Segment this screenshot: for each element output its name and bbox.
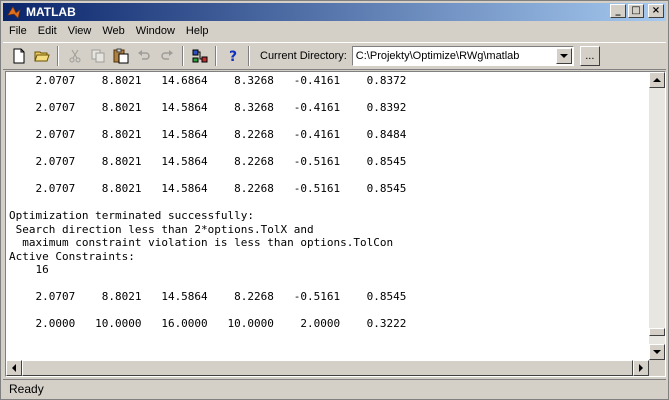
browse-label: ... (585, 49, 595, 62)
paste-icon (113, 48, 128, 64)
menu-help[interactable]: Help (180, 22, 214, 41)
vertical-scrollbar[interactable] (649, 72, 665, 360)
command-output-line (9, 169, 649, 183)
scroll-down-button[interactable] (649, 344, 665, 360)
current-directory-value: C:\Projekty\Optimize\RWg\matlab (355, 50, 520, 62)
command-output-line: 2.0707 8.8021 14.5864 8.2268 -0.5161 0.8… (9, 155, 407, 168)
maximize-button[interactable]: □ (628, 4, 644, 18)
undo-button[interactable] (132, 45, 155, 67)
cut-icon (69, 49, 80, 63)
cut-button[interactable] (63, 45, 86, 67)
horizontal-scrollbar[interactable] (6, 360, 649, 376)
command-window[interactable]: 2.0707 8.8021 14.6864 8.3268 -0.4161 0.8… (5, 71, 666, 377)
menu-window[interactable]: Window (130, 22, 180, 41)
simulink-button[interactable] (188, 45, 211, 67)
redo-icon (160, 50, 173, 60)
scroll-up-button[interactable] (649, 72, 665, 88)
command-output-line: Search direction less than 2*options.Tol… (9, 222, 314, 236)
command-output-line (9, 196, 649, 210)
window-title: MATLAB (26, 5, 76, 19)
menu-file[interactable]: File (3, 22, 32, 41)
scroll-left-button[interactable] (6, 360, 22, 376)
command-output-line: Active Constraints: (9, 249, 135, 263)
toolbar-separator (215, 46, 217, 66)
copy-icon (91, 49, 104, 63)
maximize-icon: □ (631, 5, 641, 16)
title-bar[interactable]: MATLAB _ □ × (3, 3, 666, 21)
scroll-right-button[interactable] (633, 360, 649, 376)
matlab-logo-icon (6, 4, 22, 20)
redo-button[interactable] (155, 45, 178, 67)
open-folder-icon (33, 51, 50, 62)
status-text: Ready (9, 381, 44, 396)
status-bar: Ready (3, 379, 666, 397)
menu-edit[interactable]: Edit (32, 22, 62, 41)
command-output-line (9, 115, 649, 129)
minimize-button[interactable]: _ (610, 4, 626, 18)
vertical-scroll-thumb[interactable] (649, 328, 665, 336)
command-window-output: 2.0707 8.8021 14.6864 8.3268 -0.4161 0.8… (9, 74, 649, 360)
command-output-line: 2.0707 8.8021 14.6864 8.3268 -0.4161 0.8… (9, 74, 407, 87)
current-directory-combobox[interactable]: C:\Projekty\Optimize\RWg\matlab (351, 46, 574, 66)
command-output-line: 16 (9, 263, 49, 276)
command-output-line (9, 277, 649, 291)
help-button[interactable]: ? (221, 45, 244, 67)
simulink-icon (192, 49, 207, 63)
browse-directory-button[interactable]: ... (579, 46, 600, 66)
command-output-line (9, 331, 649, 345)
toolbar-separator (57, 46, 59, 66)
copy-button[interactable] (86, 45, 109, 67)
close-button[interactable]: × (648, 4, 664, 18)
chevron-down-icon (559, 53, 568, 58)
close-icon: × (651, 5, 661, 16)
menu-bar: File Edit View Web Window Help (3, 22, 214, 41)
menu-web[interactable]: Web (96, 22, 129, 41)
command-output-line: Optimization terminated successfully: (9, 209, 255, 222)
toolbar-separator (182, 46, 184, 66)
current-directory-dropdown-button[interactable] (555, 48, 572, 64)
new-file-icon (13, 48, 24, 64)
command-output-line (9, 304, 649, 318)
menu-view[interactable]: View (62, 22, 97, 41)
command-output-line: 2.0707 8.8021 14.5864 8.2268 -0.5161 0.8… (9, 290, 407, 303)
horizontal-scroll-thumb[interactable] (22, 360, 633, 376)
matlab-window: MATLAB _ □ × File Edit View Web Window H… (0, 0, 669, 400)
minimize-icon: _ (615, 5, 621, 16)
command-output-line: 2.0707 8.8021 14.5864 8.2268 -0.4161 0.8… (9, 128, 407, 141)
command-output-line: 2.0707 8.8021 14.5864 8.3268 -0.4161 0.8… (9, 101, 407, 114)
command-output-line (9, 88, 649, 102)
undo-icon (137, 50, 150, 60)
current-directory-label: Current Directory: (260, 50, 347, 62)
new-file-button[interactable] (7, 45, 30, 67)
command-output-line (9, 142, 649, 156)
help-icon: ? (229, 49, 237, 64)
arrow-right-icon (638, 364, 643, 372)
paste-button[interactable] (109, 45, 132, 67)
toolbar-separator (248, 46, 250, 66)
arrow-left-icon (11, 364, 16, 372)
arrow-up-icon (653, 77, 661, 82)
svg-text:?: ? (229, 49, 237, 64)
scrollbar-corner (649, 360, 665, 376)
command-output-line: 2.0707 8.8021 14.5864 8.2268 -0.5161 0.8… (9, 182, 407, 195)
arrow-down-icon (653, 349, 661, 354)
command-output-line: 2.0000 10.0000 16.0000 10.0000 2.0000 0.… (9, 317, 407, 330)
command-output-line: maximum constraint violation is less tha… (9, 236, 394, 249)
open-folder-button[interactable] (30, 45, 53, 67)
toolbar: ? Current Directory: C:\Projekty\Optimiz… (3, 42, 666, 70)
